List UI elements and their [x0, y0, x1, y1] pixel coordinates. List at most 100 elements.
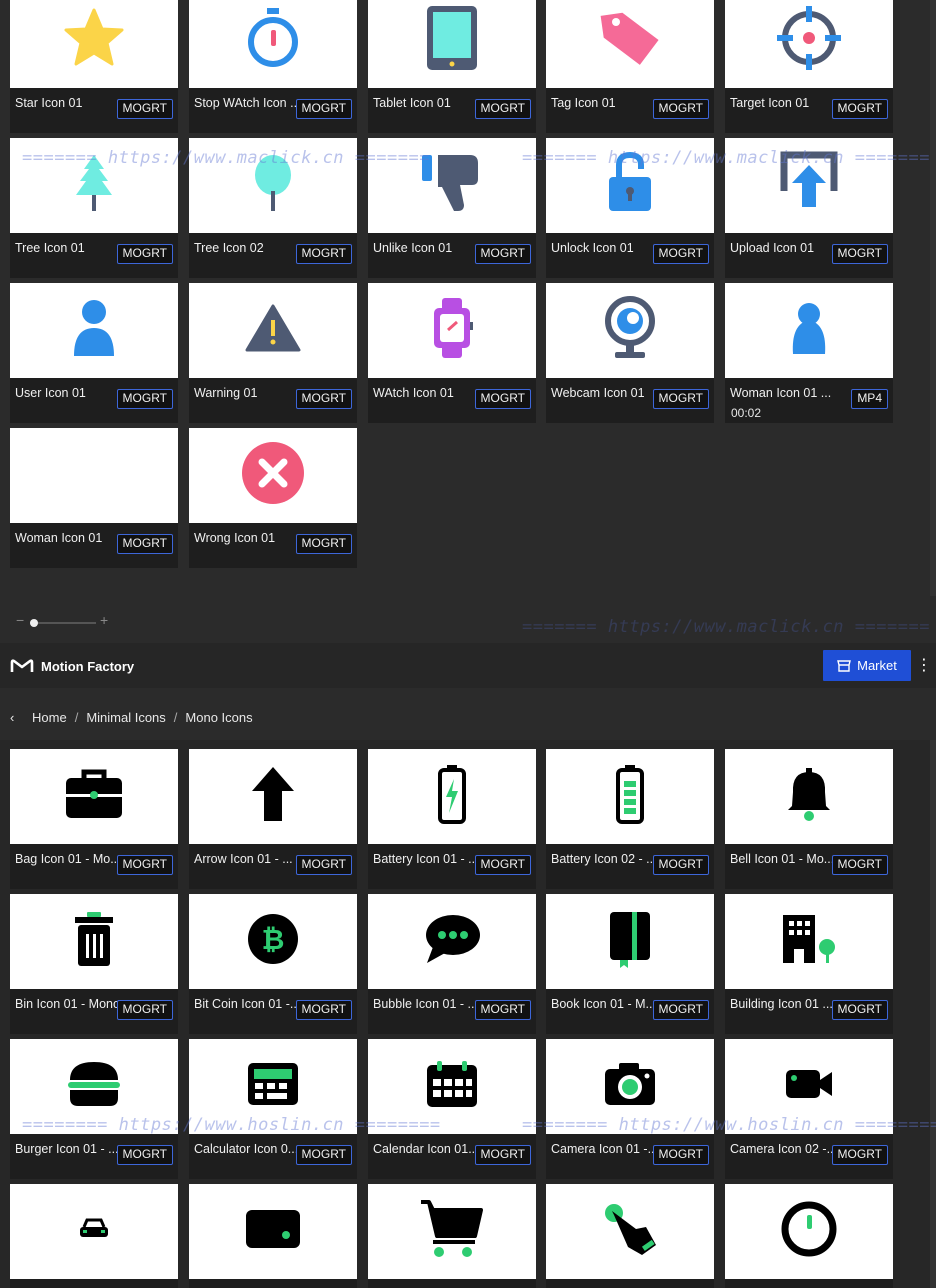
asset-card[interactable]: Calculator Icon 0... MOGRT	[189, 1039, 357, 1179]
asset-card[interactable]: Star Icon 01 MOGRT	[10, 0, 178, 133]
format-badge: MOGRT	[474, 855, 531, 875]
asset-thumbnail[interactable]	[725, 283, 893, 378]
asset-card[interactable]	[546, 1184, 714, 1288]
asset-thumbnail[interactable]	[189, 749, 357, 844]
asset-thumbnail[interactable]	[368, 283, 536, 378]
asset-thumbnail[interactable]	[189, 138, 357, 233]
asset-thumbnail[interactable]	[10, 749, 178, 844]
asset-thumbnail[interactable]	[10, 428, 178, 523]
asset-thumbnail[interactable]	[10, 894, 178, 989]
back-chevron-icon[interactable]: ‹	[10, 710, 22, 725]
asset-card[interactable]: Target Icon 01 MOGRT	[725, 0, 893, 133]
format-badge: MOGRT	[831, 1145, 888, 1165]
format-badge: MOGRT	[652, 244, 709, 264]
asset-card[interactable]: ₿ Bit Coin Icon 01 -... MOGRT	[189, 894, 357, 1034]
bottom-scrollbar[interactable]	[930, 740, 936, 1288]
asset-thumbnail[interactable]	[725, 1184, 893, 1279]
format-badge: MOGRT	[116, 534, 173, 554]
asset-card[interactable]: Woman Icon 01 ... MP4 00:02	[725, 283, 893, 423]
zoom-out-icon[interactable]: −	[16, 612, 24, 628]
asset-card[interactable]: Bell Icon 01 - Mo... MOGRT	[725, 749, 893, 889]
asset-card[interactable]: Wrong Icon 01 MOGRT	[189, 428, 357, 568]
breadcrumb-home[interactable]: Home	[32, 710, 67, 725]
asset-thumbnail[interactable]	[546, 1039, 714, 1134]
zoom-track[interactable]	[30, 622, 96, 624]
asset-card[interactable]: Woman Icon 01 MOGRT	[10, 428, 178, 568]
format-badge: MOGRT	[116, 1000, 173, 1020]
asset-card[interactable]: Burger Icon 01 - ... MOGRT	[10, 1039, 178, 1179]
asset-card[interactable]: Tag Icon 01 MOGRT	[546, 0, 714, 133]
more-options-icon[interactable]: ⋮	[916, 655, 932, 677]
asset-thumbnail[interactable]	[368, 749, 536, 844]
smartwatch-icon	[430, 296, 474, 365]
asset-title: Calendar Icon 01...	[373, 1142, 479, 1156]
asset-thumbnail[interactable]	[368, 1184, 536, 1279]
bin-icon	[73, 910, 115, 973]
asset-card[interactable]: Arrow Icon 01 - ... MOGRT	[189, 749, 357, 889]
asset-thumbnail[interactable]	[546, 894, 714, 989]
asset-card[interactable]: Webcam Icon 01 MOGRT	[546, 283, 714, 423]
asset-thumbnail[interactable]	[368, 138, 536, 233]
asset-card[interactable]: WAtch Icon 01 MOGRT	[368, 283, 536, 423]
asset-thumbnail[interactable]	[725, 749, 893, 844]
asset-thumbnail[interactable]	[10, 138, 178, 233]
asset-thumbnail[interactable]	[189, 1184, 357, 1279]
asset-card[interactable]: Building Icon 01 ... MOGRT	[725, 894, 893, 1034]
asset-card[interactable]: Unlock Icon 01 MOGRT	[546, 138, 714, 278]
asset-card[interactable]: Unlike Icon 01 MOGRT	[368, 138, 536, 278]
asset-thumbnail[interactable]	[546, 749, 714, 844]
asset-thumbnail[interactable]	[725, 138, 893, 233]
asset-thumbnail[interactable]	[546, 1184, 714, 1279]
asset-thumbnail[interactable]	[546, 138, 714, 233]
asset-thumbnail[interactable]	[189, 283, 357, 378]
asset-card[interactable]: Calendar Icon 01... MOGRT	[368, 1039, 536, 1179]
asset-thumbnail[interactable]	[189, 0, 357, 88]
asset-card[interactable]: User Icon 01 MOGRT	[10, 283, 178, 423]
market-button[interactable]: Market	[823, 650, 911, 681]
asset-card[interactable]: Battery Icon 02 - ... MOGRT	[546, 749, 714, 889]
format-badge: MOGRT	[116, 99, 173, 119]
asset-thumbnail[interactable]	[189, 1039, 357, 1134]
asset-card[interactable]: Bubble Icon 01 - ... MOGRT	[368, 894, 536, 1034]
asset-card[interactable]: Upload Icon 01 MOGRT	[725, 138, 893, 278]
asset-thumbnail[interactable]	[725, 0, 893, 88]
asset-card[interactable]	[189, 1184, 357, 1288]
zoom-slider[interactable]: − +	[16, 612, 116, 634]
asset-card[interactable]: Bin Icon 01 - Mono MOGRT	[10, 894, 178, 1034]
breadcrumb-minimal-icons[interactable]: Minimal Icons	[86, 710, 165, 725]
asset-card[interactable]: Tree Icon 02 MOGRT	[189, 138, 357, 278]
asset-thumbnail[interactable]	[546, 283, 714, 378]
asset-thumbnail[interactable]	[546, 0, 714, 88]
asset-thumbnail[interactable]	[189, 428, 357, 523]
asset-card[interactable]	[368, 1184, 536, 1288]
asset-thumbnail[interactable]	[725, 1039, 893, 1134]
asset-card[interactable]: Book Icon 01 - M... MOGRT	[546, 894, 714, 1034]
asset-card[interactable]: Battery Icon 01 - ... MOGRT	[368, 749, 536, 889]
asset-card[interactable]: Camera Icon 01 -... MOGRT	[546, 1039, 714, 1179]
wrong-icon	[240, 440, 306, 511]
asset-thumbnail[interactable]	[10, 0, 178, 88]
asset-thumbnail[interactable]	[368, 1039, 536, 1134]
asset-title: Warning 01	[194, 386, 258, 400]
asset-thumbnail[interactable]	[725, 894, 893, 989]
asset-card[interactable]: Camera Icon 02 -... MOGRT	[725, 1039, 893, 1179]
top-scrollbar[interactable]	[930, 0, 936, 596]
asset-card[interactable]: Bag Icon 01 - Mo... MOGRT	[10, 749, 178, 889]
zoom-knob[interactable]	[30, 619, 38, 627]
asset-card[interactable]	[725, 1184, 893, 1288]
asset-thumbnail[interactable]	[10, 1039, 178, 1134]
asset-title: Webcam Icon 01	[551, 386, 645, 400]
asset-card[interactable]: Tablet Icon 01 MOGRT	[368, 0, 536, 133]
asset-thumbnail[interactable]: ₿	[189, 894, 357, 989]
zoom-in-icon[interactable]: +	[100, 612, 108, 628]
asset-title: Bag Icon 01 - Mo...	[15, 852, 121, 866]
asset-thumbnail[interactable]	[10, 283, 178, 378]
asset-card[interactable]: Tree Icon 01 MOGRT	[10, 138, 178, 278]
asset-thumbnail[interactable]	[368, 894, 536, 989]
asset-card[interactable]: Stop WAtch Icon ... MOGRT	[189, 0, 357, 133]
asset-card[interactable]	[10, 1184, 178, 1288]
asset-thumbnail[interactable]	[368, 0, 536, 88]
asset-thumbnail[interactable]	[10, 1184, 178, 1279]
asset-card[interactable]: Warning 01 MOGRT	[189, 283, 357, 423]
format-badge: MOGRT	[831, 1000, 888, 1020]
